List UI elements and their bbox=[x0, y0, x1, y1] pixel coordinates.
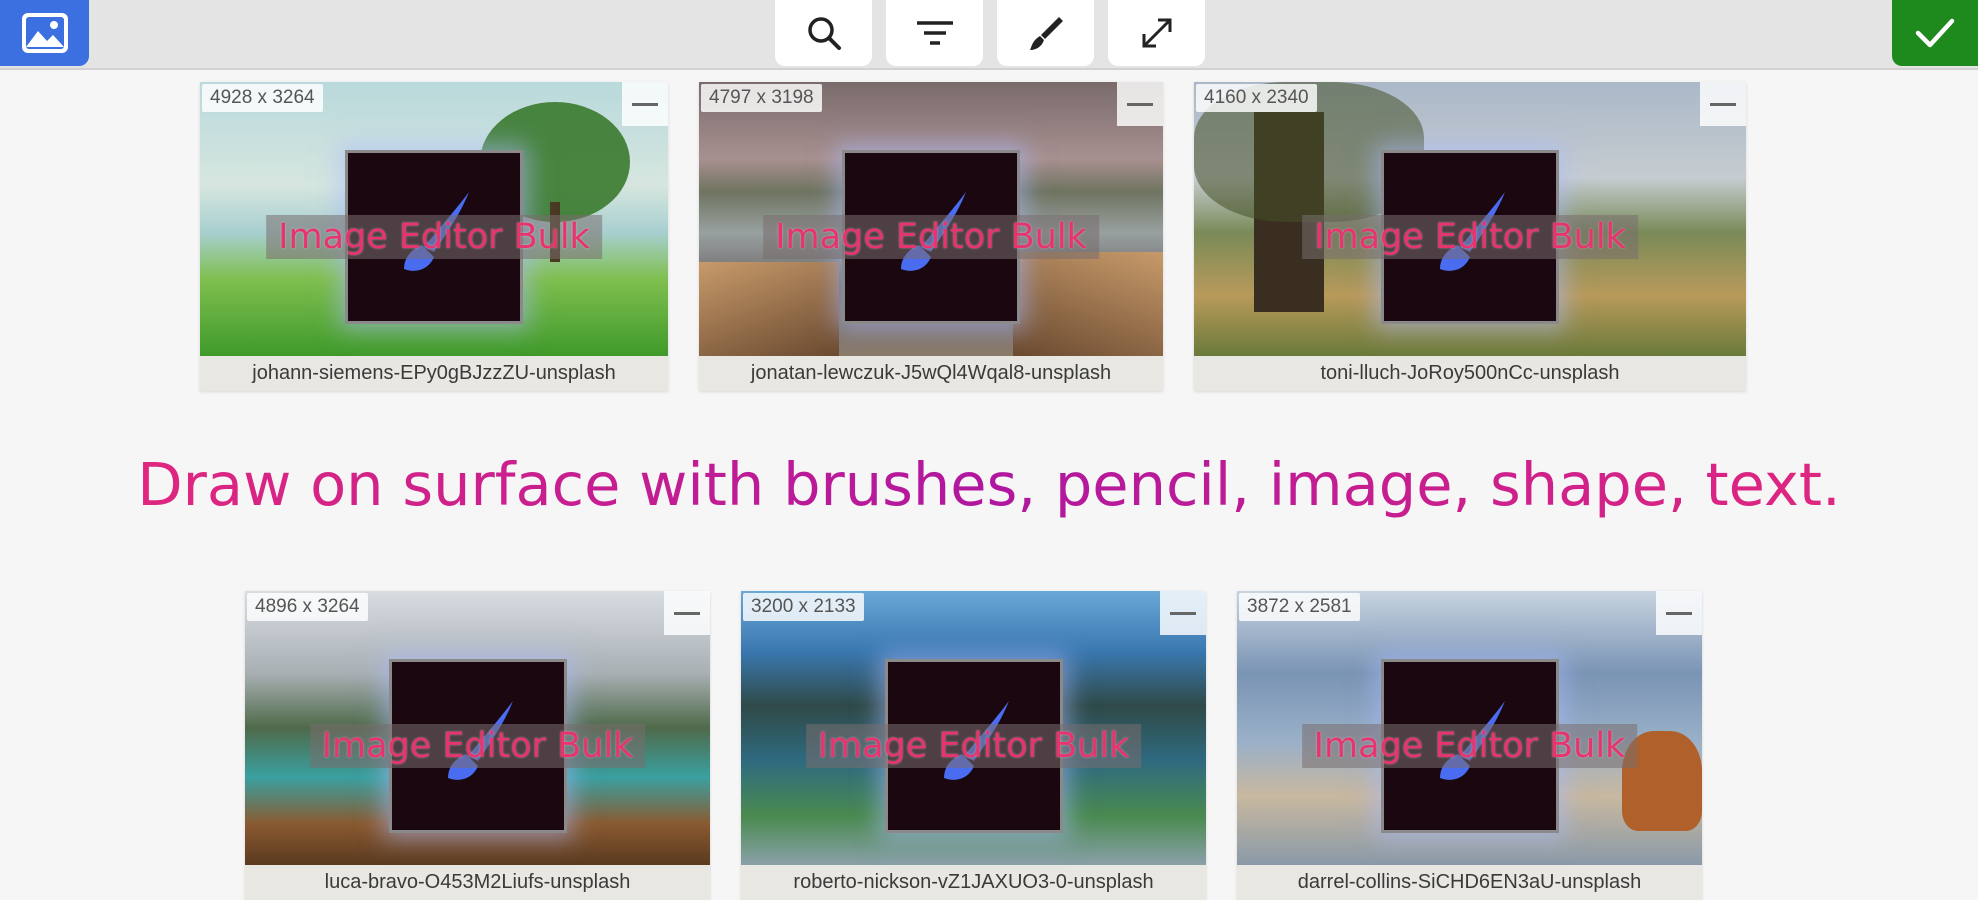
image-dimensions: 4797 x 3198 bbox=[701, 84, 822, 112]
brush-icon bbox=[1029, 17, 1063, 50]
image-card[interactable]: 3200 x 2133 Image Editor Bulk roberto-ni… bbox=[741, 591, 1206, 900]
remove-image-button[interactable] bbox=[1700, 82, 1746, 126]
image-gallery-icon bbox=[21, 13, 68, 53]
top-toolbar bbox=[0, 0, 1978, 70]
search-icon bbox=[807, 17, 841, 50]
brush-button[interactable] bbox=[997, 0, 1094, 66]
search-button[interactable] bbox=[775, 0, 872, 66]
image-filename: jonatan-lewczuk-J5wQl4Wqal8-unsplash bbox=[750, 362, 1112, 384]
image-card[interactable]: 4896 x 3264 Image Editor Bulk luca-bravo… bbox=[245, 591, 710, 900]
image-dimensions: 4928 x 3264 bbox=[202, 84, 323, 112]
image-dimensions: 3200 x 2133 bbox=[743, 593, 864, 621]
remove-image-button[interactable] bbox=[1160, 591, 1206, 635]
remove-image-button[interactable] bbox=[664, 591, 710, 635]
image-dimensions: 3872 x 2581 bbox=[1239, 593, 1360, 621]
filter-button[interactable] bbox=[886, 0, 983, 66]
watermark-text: Image Editor Bulk bbox=[763, 214, 1099, 259]
watermark-text: Image Editor Bulk bbox=[805, 723, 1142, 768]
image-card[interactable]: 4928 x 3264 Image Editor Bulk johann-sie… bbox=[200, 82, 668, 391]
watermark-text: Image Editor Bulk bbox=[266, 214, 602, 259]
image-filename: luca-bravo-O453M2Liufs-unsplash bbox=[324, 871, 631, 893]
image-dimensions: 4896 x 3264 bbox=[247, 593, 368, 621]
image-filename: roberto-nickson-vZ1JAXUO3-0-unsplash bbox=[793, 871, 1154, 893]
filter-icon bbox=[916, 21, 953, 45]
remove-image-button[interactable] bbox=[622, 82, 668, 126]
expand-icon bbox=[1142, 18, 1171, 48]
confirm-button[interactable] bbox=[1892, 0, 1978, 66]
image-card[interactable]: 4797 x 3198 Image Editor Bulk jonatan-le… bbox=[699, 82, 1163, 391]
minus-icon bbox=[1710, 102, 1736, 106]
image-card[interactable]: 3872 x 2581 Image Editor Bulk darrel-col… bbox=[1237, 591, 1702, 900]
resize-button[interactable] bbox=[1108, 0, 1205, 66]
image-card[interactable]: 4160 x 2340 Image Editor Bulk toni-lluch… bbox=[1194, 82, 1746, 391]
watermark-text: Image Editor Bulk bbox=[1302, 214, 1638, 259]
image-filename: darrel-collins-SiCHD6EN3aU-unsplash bbox=[1297, 871, 1642, 893]
promo-headline: Draw on surface with brushes, pencil, im… bbox=[0, 450, 1978, 519]
watermark-text: Image Editor Bulk bbox=[1301, 723, 1638, 768]
minus-icon bbox=[674, 611, 700, 615]
app-gallery-button[interactable] bbox=[0, 0, 89, 66]
image-filename: johann-siemens-EPy0gBJzzZU-unsplash bbox=[252, 362, 616, 384]
minus-icon bbox=[632, 102, 658, 106]
minus-icon bbox=[1127, 102, 1153, 106]
minus-icon bbox=[1170, 611, 1196, 615]
remove-image-button[interactable] bbox=[1117, 82, 1163, 126]
checkmark-icon bbox=[1915, 18, 1955, 48]
remove-image-button[interactable] bbox=[1656, 591, 1702, 635]
minus-icon bbox=[1666, 611, 1692, 615]
watermark-text: Image Editor Bulk bbox=[309, 723, 646, 768]
image-dimensions: 4160 x 2340 bbox=[1196, 84, 1317, 112]
image-filename: toni-lluch-JoRoy500nCc-unsplash bbox=[1320, 362, 1620, 384]
